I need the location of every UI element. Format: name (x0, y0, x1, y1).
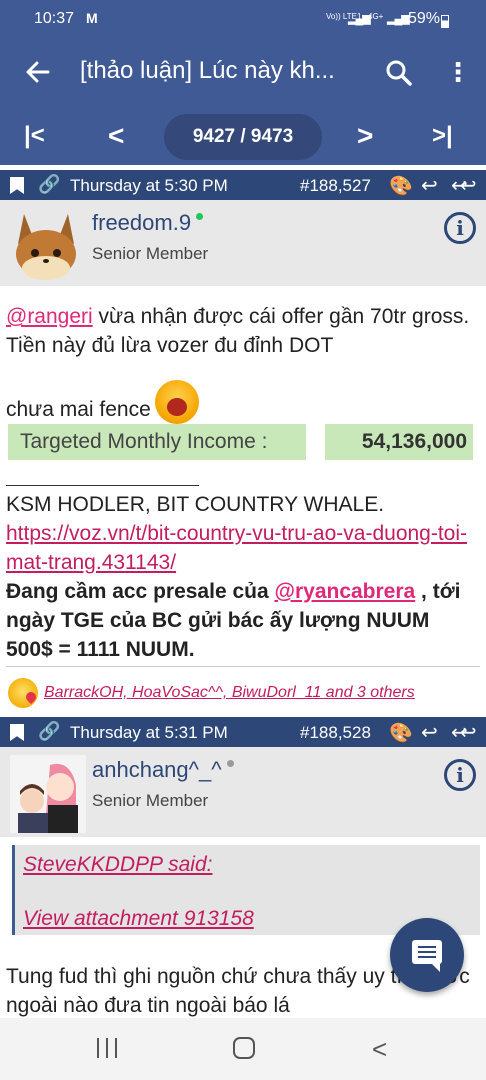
reactions-bar[interactable]: BarrackOH, HoaVoSac^^, BiwuDorl_11 and 3… (8, 678, 478, 708)
search-icon[interactable] (383, 57, 415, 89)
palette-icon[interactable]: 🎨 (389, 721, 413, 745)
username[interactable]: freedom.9 (92, 210, 204, 236)
signature-link[interactable]: https://voz.vn/t/bit-country-vu-tru-ao-v… (6, 519, 480, 577)
battery-level: 59% (408, 10, 441, 27)
info-icon[interactable]: i (444, 759, 476, 791)
prev-page-icon[interactable]: < (108, 120, 124, 152)
post-number[interactable]: #188,527 (300, 176, 371, 196)
post-number[interactable]: #188,528 (300, 723, 371, 743)
app-bar: 10:37 M Vo)) LTE1 ▂▄▆ 4G+ ▂▄▆ 59% [thảo … (0, 0, 486, 165)
user-mention[interactable]: @rangeri (6, 305, 93, 328)
mail-icon: M (86, 10, 98, 26)
bookmark-icon[interactable] (10, 724, 24, 741)
signal-icon-2: ▂▄▆ (387, 13, 410, 25)
post-user-block: anhchang^_^ Senior Member i (0, 747, 486, 837)
income-label: Targeted Monthly Income : (8, 424, 306, 460)
post-divider (6, 666, 480, 667)
reply-all-icon[interactable]: ↩↩ (451, 173, 476, 198)
more-vert-icon[interactable]: ⋮ (445, 57, 471, 89)
attachment-link[interactable]: View attachment 913158 (23, 907, 254, 931)
post-header-bar: 🔗 Thursday at 5:31 PM #188,528 🎨 ↩ ↩↩ (0, 717, 486, 747)
signature-divider (6, 485, 199, 486)
system-nav-bar: < (0, 1018, 486, 1080)
info-icon[interactable]: i (444, 212, 476, 244)
signature-note: Đang cầm acc presale của @ryancabrera , … (6, 580, 461, 661)
status-bar: 10:37 M Vo)) LTE1 ▂▄▆ 4G+ ▂▄▆ 59% (0, 10, 486, 34)
chat-fab-button[interactable] (390, 918, 464, 992)
next-page-icon[interactable]: > (357, 120, 373, 152)
signature-text: KSM HODLER, BIT COUNTRY WHALE. (6, 493, 385, 516)
post-time: Thursday at 5:30 PM (70, 176, 228, 195)
page-indicator[interactable]: 9427 / 9473 (164, 114, 322, 160)
quote-author-link[interactable]: SteveKKDDPP said: (23, 853, 212, 877)
user-mention[interactable]: @ryancabrera (274, 580, 415, 603)
post-content: @rangeri vừa nhận được cái offer gần 70t… (6, 302, 480, 360)
post-user-block: freedom.9 Senior Member i (0, 200, 486, 286)
online-status-icon (196, 213, 204, 220)
home-icon[interactable] (233, 1037, 255, 1059)
online-status-icon (226, 760, 234, 767)
income-value: 54,136,000 (325, 424, 473, 460)
first-page-icon[interactable]: |< (24, 122, 45, 150)
signature: KSM HODLER, BIT COUNTRY WHALE. https://v… (6, 490, 480, 664)
love-reaction-icon (8, 678, 38, 708)
link-icon[interactable]: 🔗 (38, 174, 60, 195)
reply-all-icon[interactable]: ↩↩ (451, 720, 476, 745)
post-content-line: chưa mai fence (6, 380, 480, 424)
recent-apps-icon[interactable] (97, 1038, 119, 1058)
bookmark-icon[interactable] (10, 177, 24, 194)
reply-icon[interactable]: ↩ (421, 173, 438, 198)
network-4g-label: 4G+ (368, 12, 384, 21)
link-icon[interactable]: 🔗 (38, 721, 60, 742)
avatar[interactable] (10, 755, 86, 833)
user-title: Senior Member (92, 791, 209, 810)
chat-icon (412, 940, 442, 972)
status-time: 10:37 (34, 10, 75, 27)
reply-icon[interactable]: ↩ (421, 720, 438, 745)
reaction-users[interactable]: BarrackOH, HoaVoSac^^, BiwuDorl_11 and 3… (44, 684, 415, 702)
post-header-bar: 🔗 Thursday at 5:30 PM #188,527 🎨 ↩ ↩↩ (0, 170, 486, 200)
post-time: Thursday at 5:31 PM (70, 723, 228, 742)
back-arrow-icon[interactable] (22, 56, 54, 88)
angry-emoji-icon (154, 380, 199, 424)
username[interactable]: anhchang^_^ (92, 757, 234, 783)
thread-title: [thảo luận] Lúc này kh... (80, 57, 335, 84)
palette-icon[interactable]: 🎨 (389, 174, 413, 198)
battery-icon (441, 15, 449, 28)
post-text: chưa mai fence (6, 398, 151, 421)
signal-icon: ▂▄▆ (348, 13, 371, 25)
user-title: Senior Member (92, 244, 209, 263)
last-page-icon[interactable]: >| (432, 122, 453, 150)
avatar[interactable] (10, 206, 82, 280)
back-icon[interactable]: < (372, 1034, 387, 1065)
